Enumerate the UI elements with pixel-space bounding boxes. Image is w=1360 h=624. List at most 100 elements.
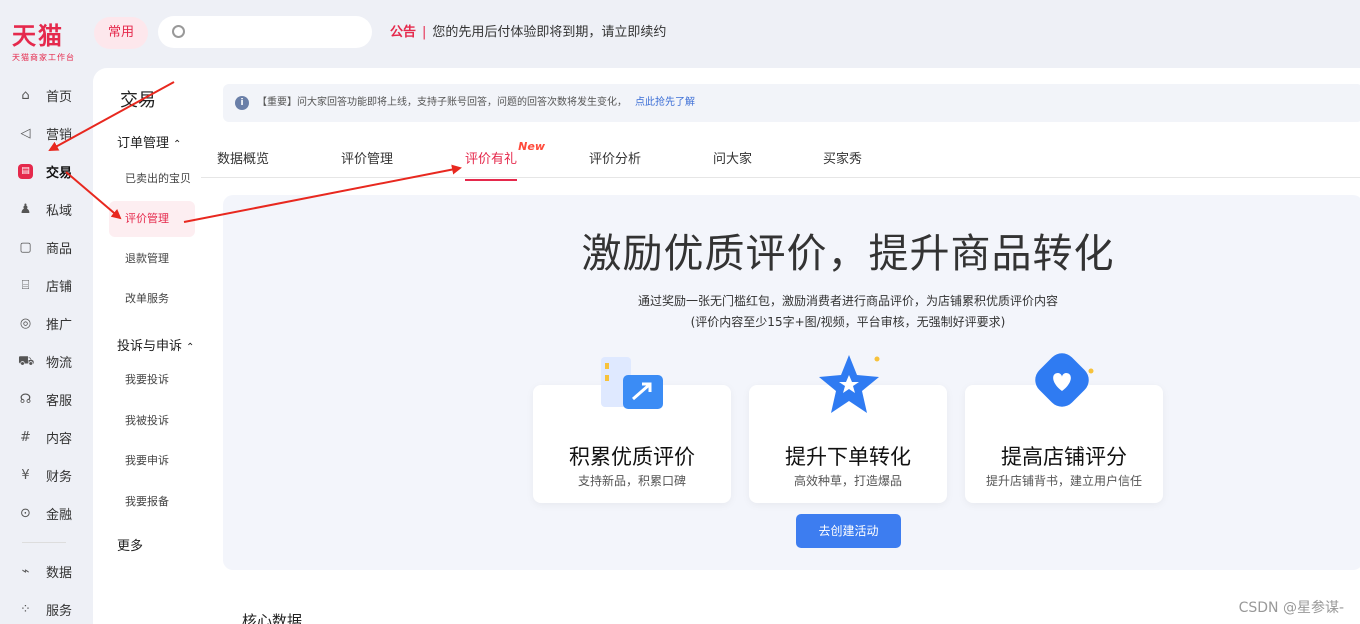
nav-item-home[interactable]: ⌂ 首页 xyxy=(0,76,92,114)
group-complaints[interactable]: 投诉与申诉 ⌃ xyxy=(117,335,194,354)
hero-note: (评价内容至少15字+图/视频，平台审核，无强制好评要求) xyxy=(690,315,1006,329)
nav-item-data[interactable]: ⌁ 数据 xyxy=(0,552,92,590)
feature-card: 积累优质评价 支持新品，积累口碑 xyxy=(533,357,731,503)
main-nav: ⌂ 首页 ◁ 营销 ▤ 交易 ♟ 私域 ▢ 商品 ⌸ 店铺 ◎ 推广 ⛟ 物流 ☊ 客服 # 内容 … xyxy=(0,76,92,624)
nav-item-logistics[interactable]: ⛟ 物流 xyxy=(0,342,92,380)
card-subtitle: 高效种草，打造爆品 xyxy=(793,474,902,488)
feature-card: 提高店铺评分 提升店铺背书，建立用户信任 xyxy=(965,353,1163,503)
logo-main-text: 天猫 xyxy=(12,22,64,50)
group-more[interactable]: 更多 xyxy=(117,535,143,554)
nav-item-customer-service[interactable]: ☊ 客服 xyxy=(0,380,92,418)
hero-section: 激励优质评价，提升商品转化 通过奖励一张无门槛红包，激励消费者进行商品评价，为店… xyxy=(223,195,1360,570)
tab-data-overview[interactable]: 数据概览 xyxy=(217,148,269,179)
group-order-management[interactable]: 订单管理 ⌃ xyxy=(117,132,181,151)
tab-buyer-show[interactable]: 买家秀 xyxy=(823,148,862,179)
tab-ask-everyone[interactable]: 问大家 xyxy=(713,148,752,179)
nav-label: 营销 xyxy=(46,127,73,143)
submenu-item-order-modification[interactable]: 改单服务 xyxy=(109,281,195,317)
tab-label: 评价有礼 xyxy=(465,152,518,167)
core-data-title: 核心数据 xyxy=(242,612,303,624)
heart-tag-icon xyxy=(1035,353,1094,407)
submenu-item-received-complaints[interactable]: 我被投诉 xyxy=(109,403,195,439)
secondary-menu: 交易 订单管理 ⌃ 已卖出的宝贝 评价管理 退款管理 改单服务 投诉与申诉 ⌃ 我要… xyxy=(93,68,201,624)
nav-item-services[interactable]: ⁘ 服务 xyxy=(0,590,92,624)
core-data-section: 核心数据 xyxy=(223,584,1360,624)
nav-label: 首页 xyxy=(46,89,73,105)
chevron-up-icon: ⌃ xyxy=(173,139,182,150)
submenu-item-appeal[interactable]: 我要申诉 xyxy=(109,443,195,479)
nav-item-trade[interactable]: ▤ 交易 xyxy=(0,152,92,190)
hero-description: 通过奖励一张无门槛红包，激励消费者进行商品评价，为店铺累积优质评价内容 xyxy=(637,294,1058,308)
nav-divider xyxy=(22,542,66,543)
nav-label: 金融 xyxy=(46,507,73,523)
submenu-item-review-management[interactable]: 评价管理 xyxy=(109,201,195,237)
grid-icon: ⁘ xyxy=(20,601,31,617)
nav-label: 财务 xyxy=(46,469,73,485)
nav-item-content[interactable]: # 内容 xyxy=(0,418,92,456)
logo-sub-text: 天猫商家工作台 xyxy=(12,53,75,62)
megaphone-icon: ◁ xyxy=(20,125,31,141)
tmall-logo[interactable]: 天猫 天猫商家工作台 xyxy=(12,22,82,63)
headset-icon: ☊ xyxy=(19,391,32,407)
nav-label: 店铺 xyxy=(46,279,73,295)
nav-label: 物流 xyxy=(46,355,73,371)
info-icon: i xyxy=(235,96,249,110)
coin-icon: ⊙ xyxy=(20,505,31,521)
banner-link[interactable]: 点此抢先了解 xyxy=(635,97,695,108)
star-icon xyxy=(819,355,880,413)
submenu-item-report[interactable]: 我要报备 xyxy=(109,484,195,520)
announcement-tag: 公告 xyxy=(390,25,417,40)
nav-label: 客服 xyxy=(46,393,73,409)
nav-label: 交易 xyxy=(46,165,73,181)
chart-icon: ⌁ xyxy=(21,563,30,579)
nav-item-marketing[interactable]: ◁ 营销 xyxy=(0,114,92,152)
group-label: 订单管理 xyxy=(117,136,170,151)
nav-item-store[interactable]: ⌸ 店铺 xyxy=(0,266,92,304)
search-input[interactable] xyxy=(158,16,372,48)
nav-label: 商品 xyxy=(46,241,73,257)
card-title: 提高店铺评分 xyxy=(1001,445,1127,469)
yuan-icon: ¥ xyxy=(21,467,30,483)
nav-item-banking[interactable]: ⊙ 金融 xyxy=(0,494,92,532)
card-title: 积累优质评价 xyxy=(569,445,695,469)
nav-item-products[interactable]: ▢ 商品 xyxy=(0,228,92,266)
submenu-title: 交易 xyxy=(120,90,156,111)
nav-item-promotion[interactable]: ◎ 推广 xyxy=(0,304,92,342)
common-button[interactable]: 常用 xyxy=(94,17,148,49)
home-icon: ⌂ xyxy=(21,87,30,103)
submenu-item-refund-management[interactable]: 退款管理 xyxy=(109,241,195,277)
announcement[interactable]: 公告 | 您的先用后付体验即将到期，请立即续约 xyxy=(390,24,666,42)
trade-icon: ▤ xyxy=(18,163,33,179)
card-subtitle: 提升店铺背书，建立用户信任 xyxy=(985,474,1142,488)
users-icon: ♟ xyxy=(19,201,32,217)
nav-item-private-domain[interactable]: ♟ 私域 xyxy=(0,190,92,228)
group-label: 更多 xyxy=(117,539,144,554)
card-title: 提升下单转化 xyxy=(785,445,911,469)
nav-label: 私域 xyxy=(46,203,73,219)
card-subtitle: 支持新品，积累口碑 xyxy=(577,474,686,488)
tab-review-rewards[interactable]: 评价有礼 New xyxy=(465,140,545,181)
tab-bar: 数据概览 评价管理 评价有礼 New 评价分析 问大家 买家秀 xyxy=(201,138,1360,181)
announcement-separator: | xyxy=(422,25,427,40)
submenu-item-file-complaint[interactable]: 我要投诉 xyxy=(109,362,195,398)
tab-review-management[interactable]: 评价管理 xyxy=(341,148,393,179)
main-content: i 【重要】问大家回答功能即将上线，支持子账号回答，问题的回答次数将发生变化， 点… xyxy=(201,68,1360,624)
truck-icon: ⛟ xyxy=(18,353,35,369)
banner-text: 【重要】问大家回答功能即将上线，支持子账号回答，问题的回答次数将发生变化， xyxy=(257,97,627,108)
notice-banner: i 【重要】问大家回答功能即将上线，支持子账号回答，问题的回答次数将发生变化， 点… xyxy=(223,84,1360,122)
create-activity-button[interactable]: 去创建活动 xyxy=(796,514,901,548)
store-icon: ⌸ xyxy=(21,277,30,293)
tab-review-analysis[interactable]: 评价分析 xyxy=(589,148,641,179)
nav-label: 服务 xyxy=(46,603,73,619)
submenu-item-sold-items[interactable]: 已卖出的宝贝 xyxy=(109,161,195,197)
nav-label: 数据 xyxy=(46,565,73,581)
bulb-icon: ◎ xyxy=(19,315,32,331)
hero-title: 激励优质评价，提升商品转化 xyxy=(581,231,1115,277)
nav-item-finance[interactable]: ¥ 财务 xyxy=(0,456,92,494)
watermark: CSDN @星参谋- xyxy=(1238,600,1344,616)
nav-label: 内容 xyxy=(46,431,73,447)
chevron-up-icon: ⌃ xyxy=(186,342,195,353)
group-label: 投诉与申诉 xyxy=(117,339,183,354)
announcement-text: 您的先用后付体验即将到期，请立即续约 xyxy=(432,25,667,40)
search-icon xyxy=(172,25,185,38)
